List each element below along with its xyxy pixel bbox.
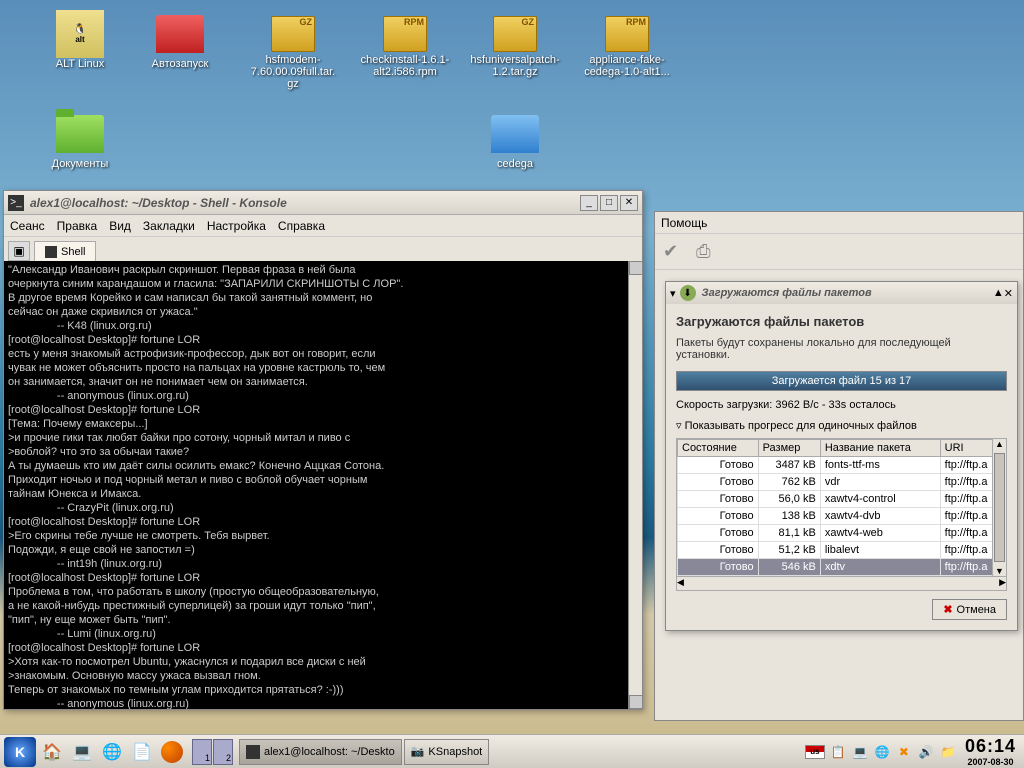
taskbar-clock[interactable]: 06:14 2007-08-30 <box>961 736 1020 767</box>
menu-bookmarks[interactable]: Закладки <box>143 219 195 233</box>
window-title: alex1@localhost: ~/Desktop - Shell - Kon… <box>30 196 578 210</box>
desktop-icon-hsfmodem[interactable]: hsfmodem-7.60.00.09full.tar.gz <box>248 10 338 90</box>
tray-icon[interactable]: 📁 <box>939 743 957 761</box>
table-row[interactable]: Готово138 kBxawtv4-dvbftp://ftp.a <box>678 508 1006 525</box>
col-package[interactable]: Название пакета <box>820 440 940 457</box>
konsole-menubar: Сеанс Правка Вид Закладки Настройка Спра… <box>4 215 642 237</box>
konsole-titlebar[interactable]: >_ alex1@localhost: ~/Desktop - Shell - … <box>4 191 642 215</box>
col-size[interactable]: Размер <box>758 440 820 457</box>
new-tab-button[interactable]: ▣ <box>8 241 30 261</box>
download-icon: ⬇ <box>680 285 696 301</box>
taskbar-item-konsole[interactable]: alex1@localhost: ~/Deskto <box>239 739 402 765</box>
konqueror-button[interactable]: 🌐 <box>98 738 126 766</box>
tray-icon[interactable]: 📋 <box>829 743 847 761</box>
terminal-icon: >_ <box>8 195 24 211</box>
table-row[interactable]: Готово56,0 kBxawtv4-controlftp://ftp.a <box>678 491 1006 508</box>
menu-help[interactable]: Справка <box>278 219 325 233</box>
download-speed: Скорость загрузки: 3962 B/c - 33s остало… <box>676 399 1007 411</box>
progress-bar: Загружается файл 15 из 17 <box>676 371 1007 391</box>
terminal-icon <box>45 246 57 258</box>
cancel-icon: ✖ <box>943 603 952 616</box>
desktop-icon-documents[interactable]: Документы <box>35 110 125 170</box>
expander-toggle[interactable]: ▿ Показывать прогресс для одиночных файл… <box>676 419 1007 432</box>
altlinux-icon: 🐧alt <box>56 10 104 58</box>
window-title: Загружаются файлы пакетов <box>702 287 993 299</box>
close-button[interactable]: ✕ <box>620 195 638 211</box>
download-description: Пакеты будут сохранены локально для посл… <box>676 337 1007 361</box>
table-row[interactable]: Готово546 kBxdtvftp://ftp.a <box>678 559 1006 576</box>
download-titlebar[interactable]: ▾ ⬇ Загружаются файлы пакетов ▲ ✕ <box>666 282 1017 304</box>
package-rpm-icon <box>605 16 649 52</box>
terminal-scrollbar[interactable]: ▲ ▼ <box>628 261 642 709</box>
folder-icon <box>156 15 204 53</box>
scroll-down-icon[interactable]: ▼ <box>629 695 642 709</box>
toolbar-icon[interactable]: ⎙ <box>696 241 710 262</box>
taskbar: K 🏠 💻 🌐 📄 1 2 alex1@localhost: ~/Deskto … <box>0 734 1024 768</box>
menu-help[interactable]: Помощь <box>661 216 707 230</box>
system-button[interactable]: 💻 <box>68 738 96 766</box>
folder-icon <box>56 115 104 153</box>
window-menu-button[interactable]: ▾ <box>670 287 676 300</box>
table-scrollbar-h[interactable]: ◀▶ <box>677 576 1006 590</box>
terminal-icon <box>246 745 260 759</box>
desktop-pager[interactable]: 1 2 <box>192 739 233 765</box>
desktop-icon-hsfpatch[interactable]: hsfuniversalpatch-1.2.tar.gz <box>470 10 560 78</box>
pager-desktop-1[interactable]: 1 <box>192 739 212 765</box>
download-window[interactable]: ▾ ⬇ Загружаются файлы пакетов ▲ ✕ Загруж… <box>665 281 1018 631</box>
maximize-button[interactable]: ▲ <box>993 287 1004 299</box>
kmenu-button[interactable]: K <box>4 737 36 767</box>
menu-session[interactable]: Сеанс <box>10 219 45 233</box>
table-row[interactable]: Готово51,2 kBlibalevtftp://ftp.a <box>678 542 1006 559</box>
table-row[interactable]: Готово81,1 kBxawtv4-webftp://ftp.a <box>678 525 1006 542</box>
minimize-button[interactable]: _ <box>580 195 598 211</box>
desktop-icon-altlinux[interactable]: 🐧altALT Linux <box>35 10 125 70</box>
desktop-icon-checkinstall[interactable]: checkinstall-1.6.1-alt2.i586.rpm <box>360 10 450 78</box>
tab-shell[interactable]: Shell <box>34 241 96 261</box>
terminal-output[interactable]: "Александр Иванович раскрыл скриншот. Пе… <box>4 261 642 709</box>
folder-icon <box>491 115 539 153</box>
konsole-window[interactable]: >_ alex1@localhost: ~/Desktop - Shell - … <box>3 190 643 710</box>
scroll-up-icon[interactable]: ▲ <box>629 261 642 275</box>
table-row[interactable]: Готово3487 kBfonts-ttf-msftp://ftp.a <box>678 457 1006 474</box>
home-button[interactable]: 🏠 <box>38 738 66 766</box>
close-button[interactable]: ✕ <box>1004 287 1013 300</box>
download-table: Состояние Размер Название пакета URI Гот… <box>677 439 1006 576</box>
download-heading: Загружаются файлы пакетов <box>676 314 1007 329</box>
firefox-button[interactable] <box>158 738 186 766</box>
tray-icon[interactable]: ✖ <box>895 743 913 761</box>
desktop-icon-appliance[interactable]: appliance-fake-cedega-1.0-alt1... <box>582 10 672 78</box>
table-row[interactable]: Готово762 kBvdrftp://ftp.a <box>678 474 1006 491</box>
desktop-icon-cedega[interactable]: cedega <box>470 110 560 170</box>
tray-icon[interactable]: 🌐 <box>873 743 891 761</box>
tray-icon[interactable]: 💻 <box>851 743 869 761</box>
office-button[interactable]: 📄 <box>128 738 156 766</box>
table-scrollbar-v[interactable]: ▲ ▼ <box>992 439 1006 576</box>
menu-edit[interactable]: Правка <box>57 219 98 233</box>
tray-icon[interactable]: 🔊 <box>917 743 935 761</box>
pager-desktop-2[interactable]: 2 <box>213 739 233 765</box>
package-rpm-icon <box>383 16 427 52</box>
cancel-button[interactable]: ✖Отмена <box>932 599 1007 620</box>
toolbar-icon[interactable]: ✔ <box>663 241 678 262</box>
keyboard-layout-indicator[interactable]: us <box>805 745 825 759</box>
desktop-icon-autostart[interactable]: Автозапуск <box>135 10 225 70</box>
archive-gz-icon <box>493 16 537 52</box>
system-tray: us 📋 💻 🌐 ✖ 🔊 📁 06:14 2007-08-30 <box>805 736 1020 767</box>
firefox-icon <box>161 741 183 763</box>
konsole-tabbar: ▣ Shell <box>4 237 642 261</box>
menu-view[interactable]: Вид <box>109 219 131 233</box>
maximize-button[interactable]: □ <box>600 195 618 211</box>
archive-gz-icon <box>271 16 315 52</box>
menu-settings[interactable]: Настройка <box>207 219 266 233</box>
camera-icon: 📷 <box>411 745 425 758</box>
taskbar-item-ksnapshot[interactable]: 📷KSnapshot <box>404 739 490 765</box>
col-status[interactable]: Состояние <box>678 440 759 457</box>
